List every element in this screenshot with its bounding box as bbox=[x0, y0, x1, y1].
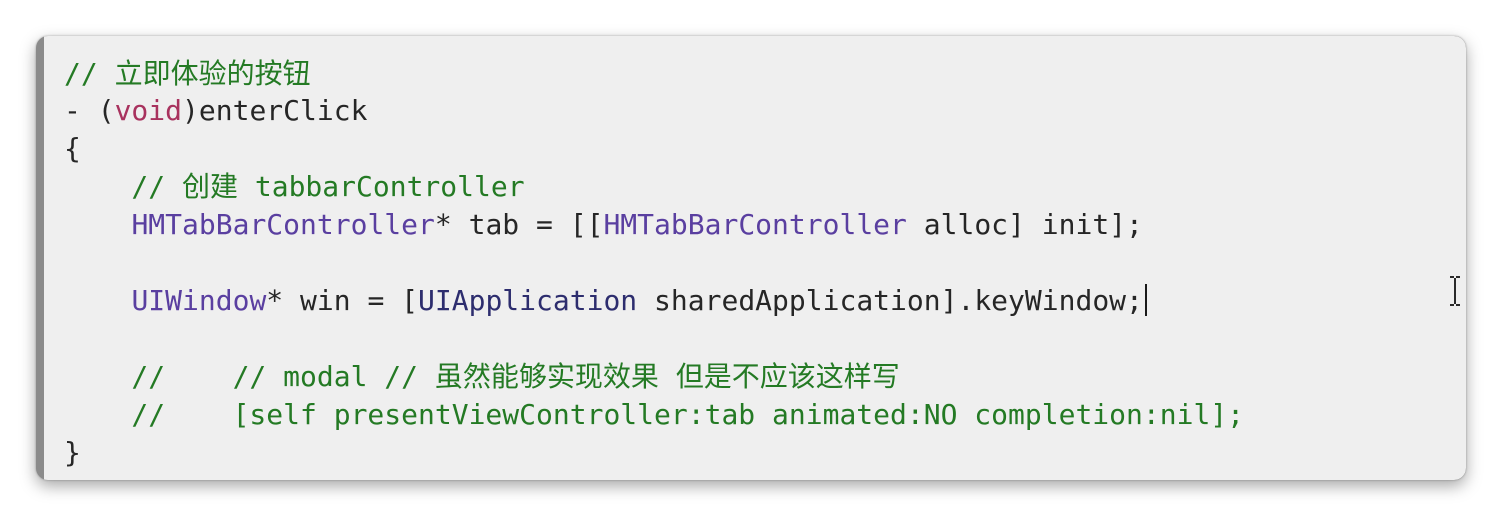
code-text-area[interactable]: // 立即体验的按钮 - (void)enterClick { // 创建 ta… bbox=[44, 36, 1466, 480]
comment-text: // 创建 tabbarController bbox=[64, 170, 525, 203]
code-line-3: { bbox=[64, 130, 81, 168]
code-line-1: // 立即体验的按钮 bbox=[64, 55, 311, 93]
code-line-5: HMTabBarController* tab = [[HMTabBarCont… bbox=[64, 206, 1143, 244]
shared-application-call: sharedApplication].keyWindow; bbox=[637, 284, 1143, 317]
code-editor-window: // 立即体验的按钮 - (void)enterClick { // 创建 ta… bbox=[36, 36, 1466, 480]
close-brace: } bbox=[64, 436, 81, 469]
code-line-11: } bbox=[64, 434, 81, 472]
comment-text: // 立即体验的按钮 bbox=[64, 57, 311, 90]
comment-text: // // modal // 虽然能够实现效果 但是不应该这样写 bbox=[64, 360, 900, 393]
class-name-uiapplication: UIApplication bbox=[418, 284, 638, 317]
text-caret bbox=[1144, 284, 1147, 316]
method-prefix: - ( bbox=[64, 94, 115, 127]
code-line-9: // // modal // 虽然能够实现效果 但是不应该这样写 bbox=[64, 358, 900, 396]
code-line-4: // 创建 tabbarController bbox=[64, 168, 525, 206]
method-name: )enterClick bbox=[182, 94, 368, 127]
code-line-10: // [self presentViewController:tab anima… bbox=[64, 396, 1244, 434]
void-keyword: void bbox=[114, 94, 183, 127]
variable-decl: * win = [ bbox=[266, 284, 419, 317]
class-name-tabbar: HMTabBarController bbox=[131, 208, 435, 241]
alloc-init: alloc] init]; bbox=[906, 208, 1143, 241]
class-name-uiwindow: UIWindow bbox=[131, 284, 267, 317]
open-brace: { bbox=[64, 132, 81, 165]
ibeam-cursor-icon bbox=[1450, 276, 1460, 306]
comment-text: // [self presentViewController:tab anima… bbox=[64, 398, 1245, 431]
class-name-tabbar-alloc: HMTabBarController bbox=[603, 208, 907, 241]
code-line-7: UIWindow* win = [UIApplication sharedApp… bbox=[64, 282, 1147, 320]
variable-decl: * tab = [[ bbox=[434, 208, 604, 241]
code-line-2: - (void)enterClick bbox=[64, 92, 367, 130]
